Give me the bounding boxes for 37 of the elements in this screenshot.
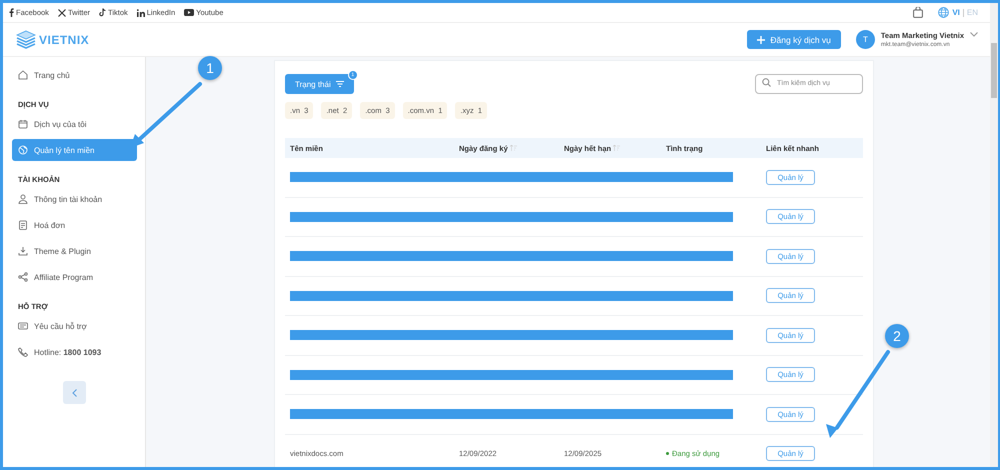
- x-icon: [58, 8, 66, 16]
- status-dot-icon: [666, 452, 669, 456]
- filter-icon: [336, 81, 344, 87]
- sidebar-item[interactable]: Dịch vụ của tôi: [12, 113, 137, 135]
- youtube-icon: [184, 9, 194, 16]
- search-icon: [762, 78, 771, 87]
- facebook-icon: [9, 8, 14, 17]
- home-icon: [18, 70, 28, 80]
- logo-text: VIETNIX: [39, 32, 90, 46]
- logo-icon: [15, 30, 37, 50]
- collapse-sidebar-button[interactable]: [63, 381, 86, 404]
- linkedin-icon: [136, 8, 145, 16]
- shopping-bag-icon[interactable]: [913, 7, 924, 18]
- globe-icon: [18, 145, 28, 155]
- tiktok-icon: [99, 8, 106, 17]
- ticket-icon: [18, 321, 28, 331]
- plus-icon: [757, 36, 766, 44]
- sidebar-item[interactable]: Affiliate Program: [12, 266, 137, 288]
- user-icon: [18, 194, 28, 204]
- scrollbar-thumb[interactable]: [991, 43, 997, 98]
- chevron-down-icon[interactable]: [970, 32, 978, 37]
- sidebar-item[interactable]: Theme & Plugin: [12, 240, 137, 262]
- sort-icon: [613, 145, 620, 151]
- sidebar-item[interactable]: Hoá đơn: [12, 214, 137, 236]
- phone-icon: [18, 347, 28, 357]
- sidebar-item[interactable]: Trang chủ: [12, 64, 137, 86]
- globe-icon: [938, 7, 950, 18]
- download-icon: [18, 246, 28, 256]
- share-icon: [18, 272, 28, 282]
- calendar-icon: [18, 119, 28, 129]
- sort-icon: [510, 145, 517, 151]
- sidebar-item[interactable]: Yêu cầu hỗ trợ: [12, 315, 137, 337]
- chevron-left-icon: [72, 388, 77, 396]
- annotation-arrow: [130, 82, 202, 148]
- document-icon: [18, 220, 28, 230]
- sidebar-item[interactable]: Thông tin tài khoản: [12, 188, 137, 210]
- sidebar-item[interactable]: Hotline: 1800 1093: [12, 341, 137, 363]
